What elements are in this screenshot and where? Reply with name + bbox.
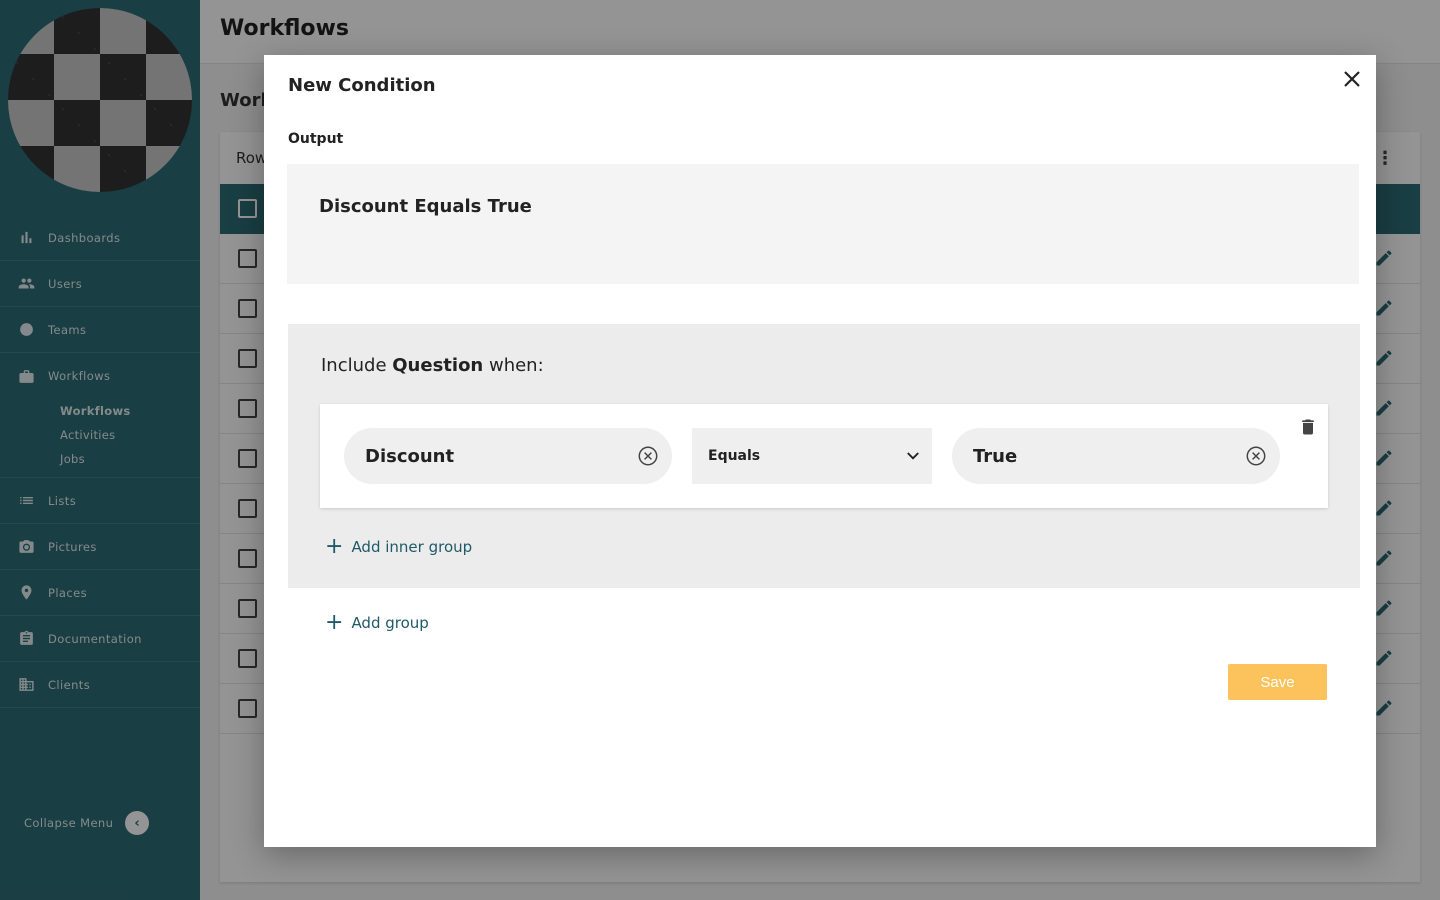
add-inner-group-label: Add inner group: [351, 538, 473, 556]
add-group-button[interactable]: + Add group: [325, 612, 429, 634]
add-inner-group-button[interactable]: + Add inner group: [325, 536, 472, 558]
output-preview: Discount Equals True: [287, 164, 1359, 284]
include-entity: Question: [392, 355, 484, 376]
operator-select[interactable]: Equals: [692, 428, 932, 484]
new-condition-dialog: New Condition Output Discount Equals Tru…: [264, 55, 1376, 847]
chevron-down-icon: [904, 447, 922, 465]
field-value: Discount: [365, 445, 455, 467]
condition-value: True: [973, 445, 1018, 467]
dialog-title: New Condition: [288, 75, 436, 96]
output-label: Output: [288, 131, 344, 147]
clear-field-icon[interactable]: [637, 445, 659, 467]
output-text: Discount Equals True: [319, 196, 532, 217]
operator-value: Equals: [708, 448, 761, 464]
plus-icon: +: [325, 534, 344, 559]
plus-icon: +: [325, 610, 344, 635]
clear-value-icon[interactable]: [1245, 445, 1267, 467]
add-group-label: Add group: [351, 614, 429, 632]
condition-row: Discount Equals True: [320, 404, 1328, 508]
include-prefix: Include: [321, 355, 393, 376]
value-chip[interactable]: True: [952, 428, 1280, 484]
include-heading: Include Question when:: [321, 355, 544, 376]
close-icon[interactable]: [1340, 67, 1364, 91]
delete-icon[interactable]: [1298, 416, 1318, 438]
save-button[interactable]: Save: [1228, 664, 1327, 700]
include-suffix: when:: [483, 355, 544, 376]
field-chip[interactable]: Discount: [344, 428, 672, 484]
condition-group: Include Question when: Discount Equals T…: [288, 324, 1360, 588]
